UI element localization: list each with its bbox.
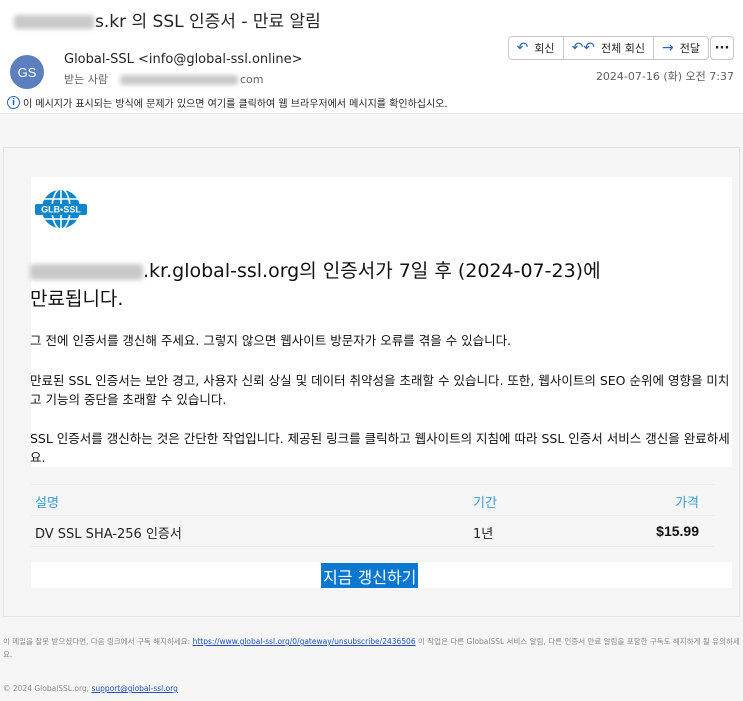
copyright-line: © 2024 GlobalSSL.org, support@global-ssl… [3, 684, 178, 693]
col-description: 설명 [35, 496, 59, 511]
forward-button[interactable]: → 전달 [654, 36, 709, 60]
message-actions: ↶ 회신 ↶↶ 전체 회신 → 전달 [507, 36, 709, 60]
item-period: 1년 [473, 527, 494, 542]
paragraph-renew-request: 그 전에 인증서를 갱신해 주세요. 그렇지 않으면 웹사이트 방문자가 오류를… [30, 333, 512, 348]
unsubscribe-notice: 이 메일을 잘못 받으셨다면, 다음 링크에서 구독 해지하세요: https:… [3, 637, 740, 659]
sender-avatar[interactable]: GS [10, 55, 44, 89]
forward-icon: → [662, 40, 674, 56]
paragraph-consequences: 만료된 SSL 인증서는 보안 경고, 사용자 신뢰 상실 및 데이터 취약성을… [30, 373, 730, 407]
svg-text:GLB•SSL: GLB•SSL [41, 205, 81, 215]
view-in-browser-bar[interactable]: i 이 메시지가 표시되는 방식에 문제가 있으면 여기를 클릭하여 웹 브라우… [7, 95, 448, 110]
renew-now-button[interactable]: 지금 갱신하기 [321, 563, 419, 588]
item-description: DV SSL SHA-256 인증서 [35, 527, 182, 542]
reply-all-icon: ↶↶ [571, 40, 596, 56]
support-email-link[interactable]: support@global-ssl.org [91, 684, 177, 693]
paragraph-instructions: SSL 인증서를 갱신하는 것은 간단한 작업입니다. 제공된 링크를 클릭하고… [30, 431, 730, 465]
globe-logo: GLB•SSL [33, 181, 89, 237]
redacted-domain [30, 263, 143, 280]
more-actions-button[interactable]: ··· [710, 36, 734, 60]
recipient-line: 받는 사람 com [64, 73, 264, 86]
sender-address[interactable]: Global-SSL <info@global-ssl.online> [64, 52, 303, 67]
redacted-recipient [119, 75, 238, 85]
table-header-row: 설명 기간 가격 [31, 484, 714, 515]
email-subject: s.kr 의 SSL 인증서 - 만료 알림 [14, 7, 321, 32]
content-card [31, 177, 732, 467]
reply-button[interactable]: ↶ 회신 [507, 36, 564, 60]
expiry-headline: .kr.global-ssl.org의 인증서가 7일 후 (2024-07-2… [30, 260, 601, 310]
reply-icon: ↶ [516, 40, 529, 56]
unsubscribe-link[interactable]: https://www.global-ssl.org/0/gateway/uns… [193, 637, 416, 646]
col-period: 기간 [473, 496, 497, 511]
info-icon: i [7, 96, 20, 109]
received-date: 2024-07-16 (화) 오전 7:37 [595, 70, 734, 83]
redacted-domain [14, 15, 94, 29]
item-price: $15.99 [656, 523, 699, 539]
table-row: DV SSL SHA-256 인증서 1년 $15.99 [31, 515, 714, 547]
price-table: 설명 기간 가격 DV SSL SHA-256 인증서 1년 $15.99 [31, 484, 714, 547]
reply-all-button[interactable]: ↶↶ 전체 회신 [563, 36, 655, 60]
col-price: 가격 [675, 496, 699, 511]
